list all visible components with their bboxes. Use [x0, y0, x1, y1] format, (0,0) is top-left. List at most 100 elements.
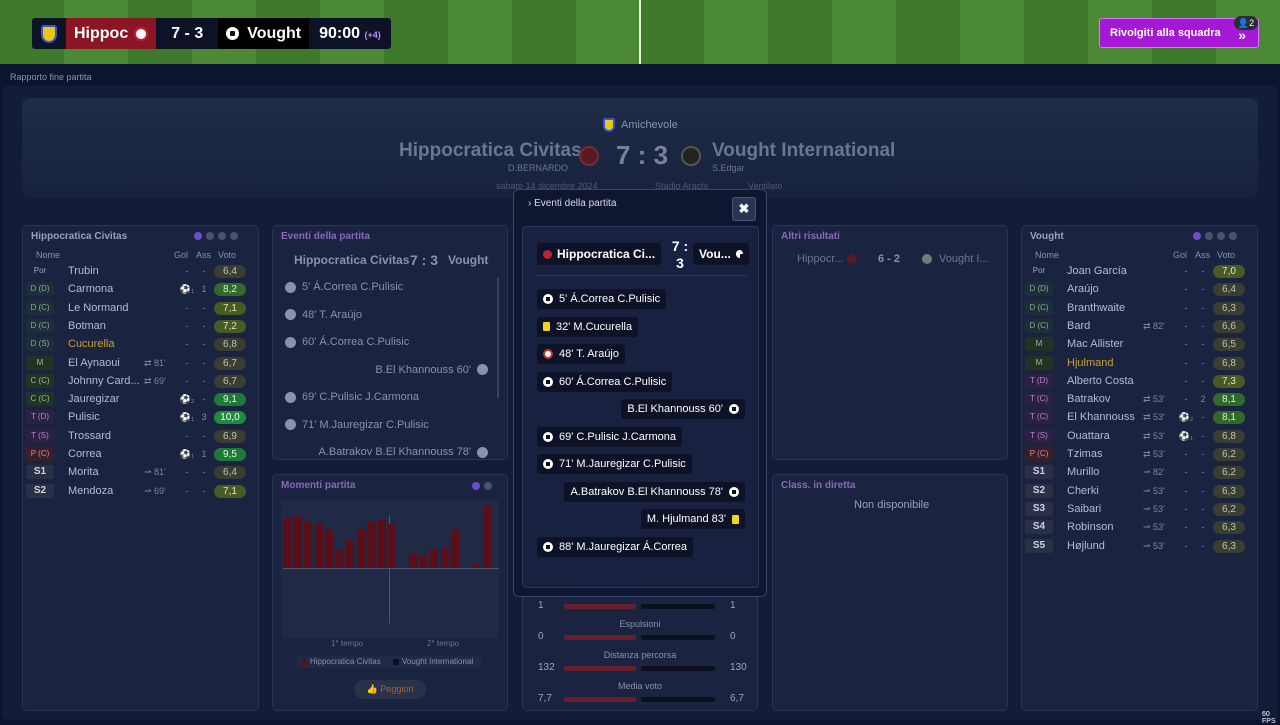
player-name[interactable]: Hjulmand: [1067, 357, 1113, 369]
moments-pager[interactable]: [472, 482, 492, 490]
player-assists: 3: [201, 412, 207, 423]
player-name[interactable]: Mac Allister: [1067, 338, 1123, 350]
player-name[interactable]: Mendoza: [68, 485, 113, 497]
col-ass: Ass: [1195, 250, 1211, 260]
event-text: 71' M.Jauregizar C.Pulisic: [302, 418, 429, 431]
home-lineup-pager[interactable]: [194, 232, 238, 240]
player-name[interactable]: Le Normand: [68, 302, 129, 314]
player-rating: 9,1: [214, 393, 246, 407]
player-name[interactable]: Cherki: [1067, 485, 1099, 497]
player-name[interactable]: Trubin: [68, 265, 99, 277]
player-name[interactable]: Højlund: [1067, 540, 1105, 552]
player-name[interactable]: El Khannouss: [1067, 411, 1135, 423]
col-gol: Gol: [174, 250, 189, 260]
player-name[interactable]: Branthwaite: [1067, 302, 1125, 314]
events-scrollbar[interactable]: [497, 278, 499, 398]
modal-event-row[interactable]: M. Hjulmand 83': [640, 509, 745, 529]
away-crest-icon: [735, 250, 746, 259]
goal-icon: [285, 391, 296, 403]
player-position: Por: [1032, 266, 1046, 275]
player-assists: -: [202, 320, 206, 331]
modal-event-row[interactable]: B.El Khannouss 60': [621, 399, 745, 419]
substitution-marker: ⇄ 53': [1143, 394, 1165, 405]
event-row[interactable]: A.Batrakov B.El Khannouss 78': [318, 441, 488, 463]
player-assists: -: [202, 302, 206, 313]
stat-away-bar: [641, 666, 715, 671]
player-rating: 6,5: [1213, 338, 1245, 352]
player-rating: 6,3: [1213, 301, 1245, 315]
modal-event-row[interactable]: 60' Á.Correa C.Pulisic: [537, 371, 673, 392]
player-name[interactable]: Cucurella: [68, 338, 114, 350]
player-goals: ⚽₂: [1178, 412, 1194, 423]
player-name[interactable]: Carmona: [68, 283, 113, 295]
player-goals: -: [1184, 449, 1188, 459]
player-goals: -: [185, 430, 189, 441]
event-row[interactable]: 60' Á.Correa C.Pulisic: [285, 331, 409, 353]
event-row[interactable]: B.El Khannouss 60': [375, 359, 488, 381]
player-name[interactable]: Ouattara: [1067, 430, 1110, 442]
player-name[interactable]: Batrakov: [1067, 393, 1110, 405]
modal-away-team: Vou...: [693, 243, 749, 265]
moment-bar: [377, 520, 386, 568]
player-name[interactable]: Correa: [68, 448, 102, 460]
modal-event-text: 32' M.Cucurella: [556, 320, 633, 333]
home-coach: D.BERNARDO: [508, 163, 569, 173]
stat-home-bar: [564, 604, 636, 609]
home-crest-icon: [543, 249, 552, 259]
modal-event-row[interactable]: 88' M.Jauregizar Á.Correa: [537, 536, 694, 557]
player-name[interactable]: Murillo: [1067, 466, 1099, 478]
player-position: D (C): [26, 300, 54, 315]
player-assists: -: [1201, 339, 1205, 350]
player-rating: 9,5: [214, 448, 246, 461]
modal-events-list[interactable]: Hippocratica Ci... 7 : 3 Vou... 5' Á.Cor…: [522, 226, 759, 588]
modal-event-row[interactable]: 5' Á.Correa C.Pulisic: [537, 289, 667, 309]
scorebar-away: Vought: [218, 18, 310, 49]
player-assists: -: [202, 430, 206, 441]
event-row[interactable]: 48' T. Araújo: [285, 304, 362, 326]
player-name[interactable]: Alberto Costa: [1067, 375, 1134, 387]
player-name[interactable]: Pulisic: [68, 411, 100, 423]
other-result-away: Vought I...: [939, 253, 989, 265]
stat-away-bar: [641, 697, 715, 702]
modal-title-text: Eventi della partita: [534, 198, 617, 209]
scorebar-away-name: Vought: [247, 24, 302, 42]
player-rating: 6,8: [1213, 356, 1245, 370]
substitution-marker: ⇀ 53': [1143, 540, 1165, 551]
modal-event-row[interactable]: 32' M.Cucurella: [537, 316, 639, 337]
event-row[interactable]: 69' C.Pulisic J.Carmona: [285, 386, 419, 408]
player-name[interactable]: Trossard: [68, 430, 111, 442]
event-row[interactable]: 5' Á.Correa C.Pulisic: [285, 276, 403, 298]
header-home-team: Hippocratica Civitas: [399, 140, 582, 161]
yellow-card-icon: [732, 514, 739, 524]
worst-moments-button[interactable]: 👍 Peggiori: [354, 680, 426, 699]
match-time: 90:00: [319, 24, 361, 42]
substitution-marker: ⇄ 53': [1143, 449, 1165, 459]
modal-event-row[interactable]: 69' C.Pulisic J.Carmona: [537, 426, 683, 447]
player-name[interactable]: Joan García: [1067, 265, 1127, 277]
player-name[interactable]: Bard: [1067, 320, 1090, 332]
player-goals: -: [185, 467, 189, 478]
header-score: 7 : 3: [616, 140, 669, 170]
player-name[interactable]: Araújo: [1067, 283, 1099, 295]
player-name[interactable]: Jauregizar: [68, 393, 119, 405]
player-goals: -: [185, 320, 189, 331]
player-name[interactable]: Botman: [68, 320, 106, 332]
moment-bar: [346, 540, 354, 568]
player-goals: -: [1184, 522, 1188, 533]
player-name[interactable]: Morita: [68, 466, 99, 478]
modal-event-row[interactable]: 48' T. Araújo: [537, 344, 625, 364]
close-button[interactable]: ✖: [732, 197, 756, 221]
player-name[interactable]: Tzimas: [1067, 448, 1102, 460]
player-assists: 2: [1200, 394, 1206, 405]
player-name[interactable]: El Aynaoui: [68, 357, 120, 369]
player-name[interactable]: Saibari: [1067, 503, 1101, 515]
modal-event-row[interactable]: 71' M.Jauregizar C.Pulisic: [537, 454, 692, 474]
yellow-card-icon: [543, 322, 550, 331]
player-name[interactable]: Robinson: [1067, 521, 1113, 533]
other-results-title: Altri risultati: [781, 231, 840, 242]
event-row[interactable]: 71' M.Jauregizar C.Pulisic: [285, 414, 429, 436]
away-lineup-pager[interactable]: [1193, 232, 1237, 240]
player-name[interactable]: Johnny Card...: [68, 375, 140, 387]
modal-event-row[interactable]: A.Batrakov B.El Khannouss 78': [564, 481, 745, 502]
away-crest-icon: [226, 27, 240, 40]
